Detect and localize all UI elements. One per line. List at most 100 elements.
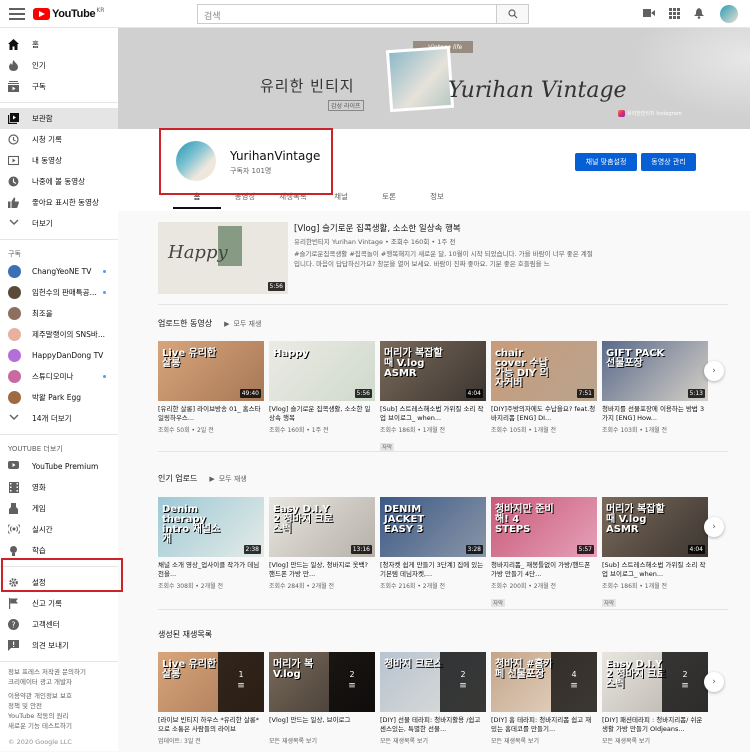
playlist-card[interactable]: Easy D.I.Y 2 청바지 크로스백 2 ≡ [DIY] 패션테라피 : 청바지… xyxy=(602,652,708,745)
playlist-card[interactable]: 청바지 #홈카페 선물포장 4 ≡ [DIY] 홈 테라피: 청바지리폼 쉽고 재밌는… xyxy=(491,652,597,745)
play-all-button[interactable]: ▶ 모두 재생 xyxy=(224,319,261,329)
video-title[interactable]: [유리한 살롱] 라이브방송 01_ 홈스타일링하우스... xyxy=(158,405,264,423)
tab-home[interactable]: 홈 xyxy=(173,187,221,209)
video-card[interactable]: DENIM JACKET EASY 3 3:28 [청자켓 쉽게 만들기 3단계] … xyxy=(380,497,486,590)
video-title[interactable]: [Sub] 스트레스해소법 가위질 소리 작업 브이로그_ when... xyxy=(602,561,708,579)
video-thumbnail[interactable]: Live 유리한 살롱 49:40 xyxy=(158,341,264,401)
shelf-title-uploads[interactable]: 업로드한 동영상 ▶ 모두 재생 xyxy=(158,318,261,329)
video-title[interactable]: 청바지리폼_ 재봉틀없이 가방/핸드폰 가방 만들기 4단... xyxy=(491,561,597,579)
footer-links[interactable]: YouTube 작동의 원리 xyxy=(0,711,118,721)
video-thumbnail[interactable]: Denim therapy intro 채널소개 2:38 xyxy=(158,497,264,557)
play-all-button[interactable]: ▶ 모두 재생 xyxy=(209,474,246,484)
next-arrow-button[interactable]: › xyxy=(704,361,724,381)
account-avatar[interactable] xyxy=(720,5,738,23)
subscription-item[interactable]: 최조을 xyxy=(0,303,118,324)
featured-video-thumbnail[interactable]: Happy 5:56 xyxy=(158,222,288,294)
playlist-meta[interactable]: 모든 재생목록 보기 xyxy=(602,736,708,745)
video-title[interactable]: [청자켓 쉽게 만들기 3단계] 집에 있는 기본템 데님자켓,... xyxy=(380,561,486,579)
subscription-item[interactable]: 임헌수의 판매특공... xyxy=(0,282,118,303)
video-thumbnail[interactable]: DENIM JACKET EASY 3 3:28 xyxy=(380,497,486,557)
subscription-item[interactable]: 제주말랭이의 SNS바... xyxy=(0,324,118,345)
sidebar-item-library[interactable]: 보관함 xyxy=(0,108,118,129)
playlist-card[interactable]: 청바지 크로스 2 ≡ [DIY] 선물 테라피: 청바지활용 /쉽고 센스있는, 특… xyxy=(380,652,486,745)
playlist-title[interactable]: [DIY] 홈 테라피: 청바지리폼 쉽고 재밌는 홈데코를 만들기... xyxy=(491,716,597,734)
video-card[interactable]: GIFT PACK 선물포장 5:13 청바지를 선물포장에 이용하는 방법 3 가… xyxy=(602,341,708,434)
playlist-thumbnail[interactable]: 청바지 크로스 2 ≡ xyxy=(380,652,486,712)
sidebar-item-report-history[interactable]: 신고 기록 xyxy=(0,593,118,614)
video-thumbnail[interactable]: chair cover 수납가능 DIY 의자커버 7:51 xyxy=(491,341,597,401)
video-thumbnail[interactable]: GIFT PACK 선물포장 5:13 xyxy=(602,341,708,401)
sidebar-item-youtube-premium[interactable]: YouTube Premium xyxy=(0,456,118,477)
sidebar-item-help[interactable]: ? 고객센터 xyxy=(0,614,118,635)
sidebar-item-show-more[interactable]: 더보기 xyxy=(0,213,118,234)
sidebar-item-settings[interactable]: 설정 xyxy=(0,572,118,593)
video-title[interactable]: 채널 소개 영상_업사이클 작가가 데님천을... xyxy=(158,561,264,579)
tab-about[interactable]: 정보 xyxy=(413,187,461,209)
sidebar-item-trending[interactable]: 인기 xyxy=(0,55,118,76)
apps-grid-icon[interactable] xyxy=(668,8,680,20)
video-card[interactable]: Denim therapy intro 채널소개 2:38 채널 소개 영상_업사이… xyxy=(158,497,264,590)
playlist-title[interactable]: [DIY] 선물 테라피: 청바지활용 /쉽고 센스있는, 특별한 선물... xyxy=(380,716,486,734)
subscription-item[interactable]: HappyDanDong TV xyxy=(0,345,118,366)
video-title[interactable]: [DIY]주방의자에도 수납을요? feat.청바지리폼 [ENG] DI... xyxy=(491,405,597,423)
footer-links[interactable]: 크리에이터 광고 개발자 xyxy=(0,677,118,687)
playlist-meta[interactable]: 모든 재생목록 보기 xyxy=(380,736,486,745)
banner-social-links[interactable]: 유리한빈티지 Instagram xyxy=(618,110,682,117)
sidebar-item-learning[interactable]: 학습 xyxy=(0,540,118,561)
search-input[interactable]: 검색 xyxy=(197,4,497,24)
video-title[interactable]: [Vlog] 만드는 일상, 청바지로 옷백? 핸드폰 가방 만... xyxy=(269,561,375,579)
create-video-icon[interactable] xyxy=(643,8,655,20)
video-thumbnail[interactable]: Easy D.I.Y 2 청바지 크로스백 13:16 xyxy=(269,497,375,557)
shelf-title-playlists[interactable]: 생성된 재생목록 xyxy=(158,629,212,640)
sidebar-item-subscriptions[interactable]: 구독 xyxy=(0,76,118,97)
sidebar-item-my-videos[interactable]: 내 동영상 xyxy=(0,150,118,171)
featured-video-title[interactable]: [Vlog] 슬기로운 집콕생활, 소소한 일상속 행복 xyxy=(294,222,461,234)
tab-channels[interactable]: 채널 xyxy=(317,187,365,209)
sidebar-item-home[interactable]: 홈 xyxy=(0,34,118,55)
playlist-meta[interactable]: 모든 재생목록 보기 xyxy=(491,736,597,745)
subscription-item[interactable]: 박왈 Park Egg xyxy=(0,387,118,408)
video-thumbnail[interactable]: 머리가 복잡할때 V.log ASMR 4:04 xyxy=(602,497,708,557)
next-arrow-button[interactable]: › xyxy=(704,672,724,692)
hamburger-menu-icon[interactable] xyxy=(9,7,25,20)
playlist-title[interactable]: [라이브 빈티지 하우스 *유리한 살롱*으로 소통은 사람들의 라이브 xyxy=(158,716,264,734)
sidebar-item-live[interactable]: 실시간 xyxy=(0,519,118,540)
sidebar-item-movies[interactable]: 영화 xyxy=(0,477,118,498)
tab-videos[interactable]: 동영상 xyxy=(221,187,269,209)
sidebar-item-watch-later[interactable]: 나중에 볼 동영상 xyxy=(0,171,118,192)
playlist-thumbnail[interactable]: 청바지 #홈카페 선물포장 4 ≡ xyxy=(491,652,597,712)
subscription-item[interactable]: 스튜디오미나 xyxy=(0,366,118,387)
video-card[interactable]: Happy 5:56 [Vlog] 슬기로운 집콕생활, 소소한 일상속 행복 조회수… xyxy=(269,341,375,434)
video-card[interactable]: 머리가 복잡할때 V.log ASMR 4:04 [Sub] 스트레스해소법 가위질… xyxy=(380,341,486,453)
customize-channel-button[interactable]: 채널 맞춤설정 xyxy=(575,153,637,171)
video-thumbnail[interactable]: 청바지만 준비해! 4 STEPS 5:57 xyxy=(491,497,597,557)
video-title[interactable]: 청바지를 선물포장에 이용하는 방법 3 가지 [ENG] How... xyxy=(602,405,708,423)
tab-playlists[interactable]: 재생목록 xyxy=(269,187,317,209)
next-arrow-button[interactable]: › xyxy=(704,517,724,537)
video-card[interactable]: chair cover 수납가능 DIY 의자커버 7:51 [DIY]주방의자에도… xyxy=(491,341,597,434)
sidebar-item-liked[interactable]: 좋아요 표시한 동영상 xyxy=(0,192,118,213)
footer-links[interactable]: 정책 및 안전 xyxy=(0,701,118,711)
footer-links[interactable]: 정보 프레스 저작권 문의하기 xyxy=(0,667,118,677)
playlist-meta[interactable]: 모든 재생목록 보기 xyxy=(269,736,375,745)
shelf-title-popular[interactable]: 인기 업로드 ▶ 모두 재생 xyxy=(158,473,247,484)
search-button[interactable] xyxy=(497,4,529,24)
subscriptions-show-more[interactable]: 14개 더보기 xyxy=(0,408,118,429)
video-title[interactable]: [Vlog] 슬기로운 집콕생활, 소소한 일상속 행복 xyxy=(269,405,375,423)
video-card[interactable]: Live 유리한 살롱 49:40 [유리한 살롱] 라이브방송 01_ 홈스타일링… xyxy=(158,341,264,434)
playlist-title[interactable]: [DIY] 패션테라피 : 청바지리폼/ 쉬운 생활 가방 만들기 Oldjea… xyxy=(602,716,708,734)
video-card[interactable]: 청바지만 준비해! 4 STEPS 5:57 청바지리폼_ 재봉틀없이 가방/핸드폰… xyxy=(491,497,597,609)
video-thumbnail[interactable]: Happy 5:56 xyxy=(269,341,375,401)
footer-links[interactable]: 이용약관 개인정보 보호 xyxy=(0,691,118,701)
playlist-thumbnail[interactable]: 머리가 복 V.log 2 ≡ xyxy=(269,652,375,712)
footer-links[interactable]: 새로운 기능 테스트하기 xyxy=(0,721,118,731)
playlist-meta[interactable]: 업데이트: 3일 전 xyxy=(158,736,264,745)
manage-videos-button[interactable]: 동영상 관리 xyxy=(641,153,696,171)
notifications-bell-icon[interactable] xyxy=(693,8,705,20)
playlist-card[interactable]: Live 유리한 살롱 1 ≡ [라이브 빈티지 하우스 *유리한 살롱*으로 소통은… xyxy=(158,652,264,745)
sidebar-item-history[interactable]: 시청 기록 xyxy=(0,129,118,150)
playlist-thumbnail[interactable]: Live 유리한 살롱 1 ≡ xyxy=(158,652,264,712)
youtube-logo[interactable]: YouTube KR xyxy=(33,7,104,20)
sidebar-item-gaming[interactable]: 게임 xyxy=(0,498,118,519)
sidebar-item-feedback[interactable]: 의견 보내기 xyxy=(0,635,118,656)
